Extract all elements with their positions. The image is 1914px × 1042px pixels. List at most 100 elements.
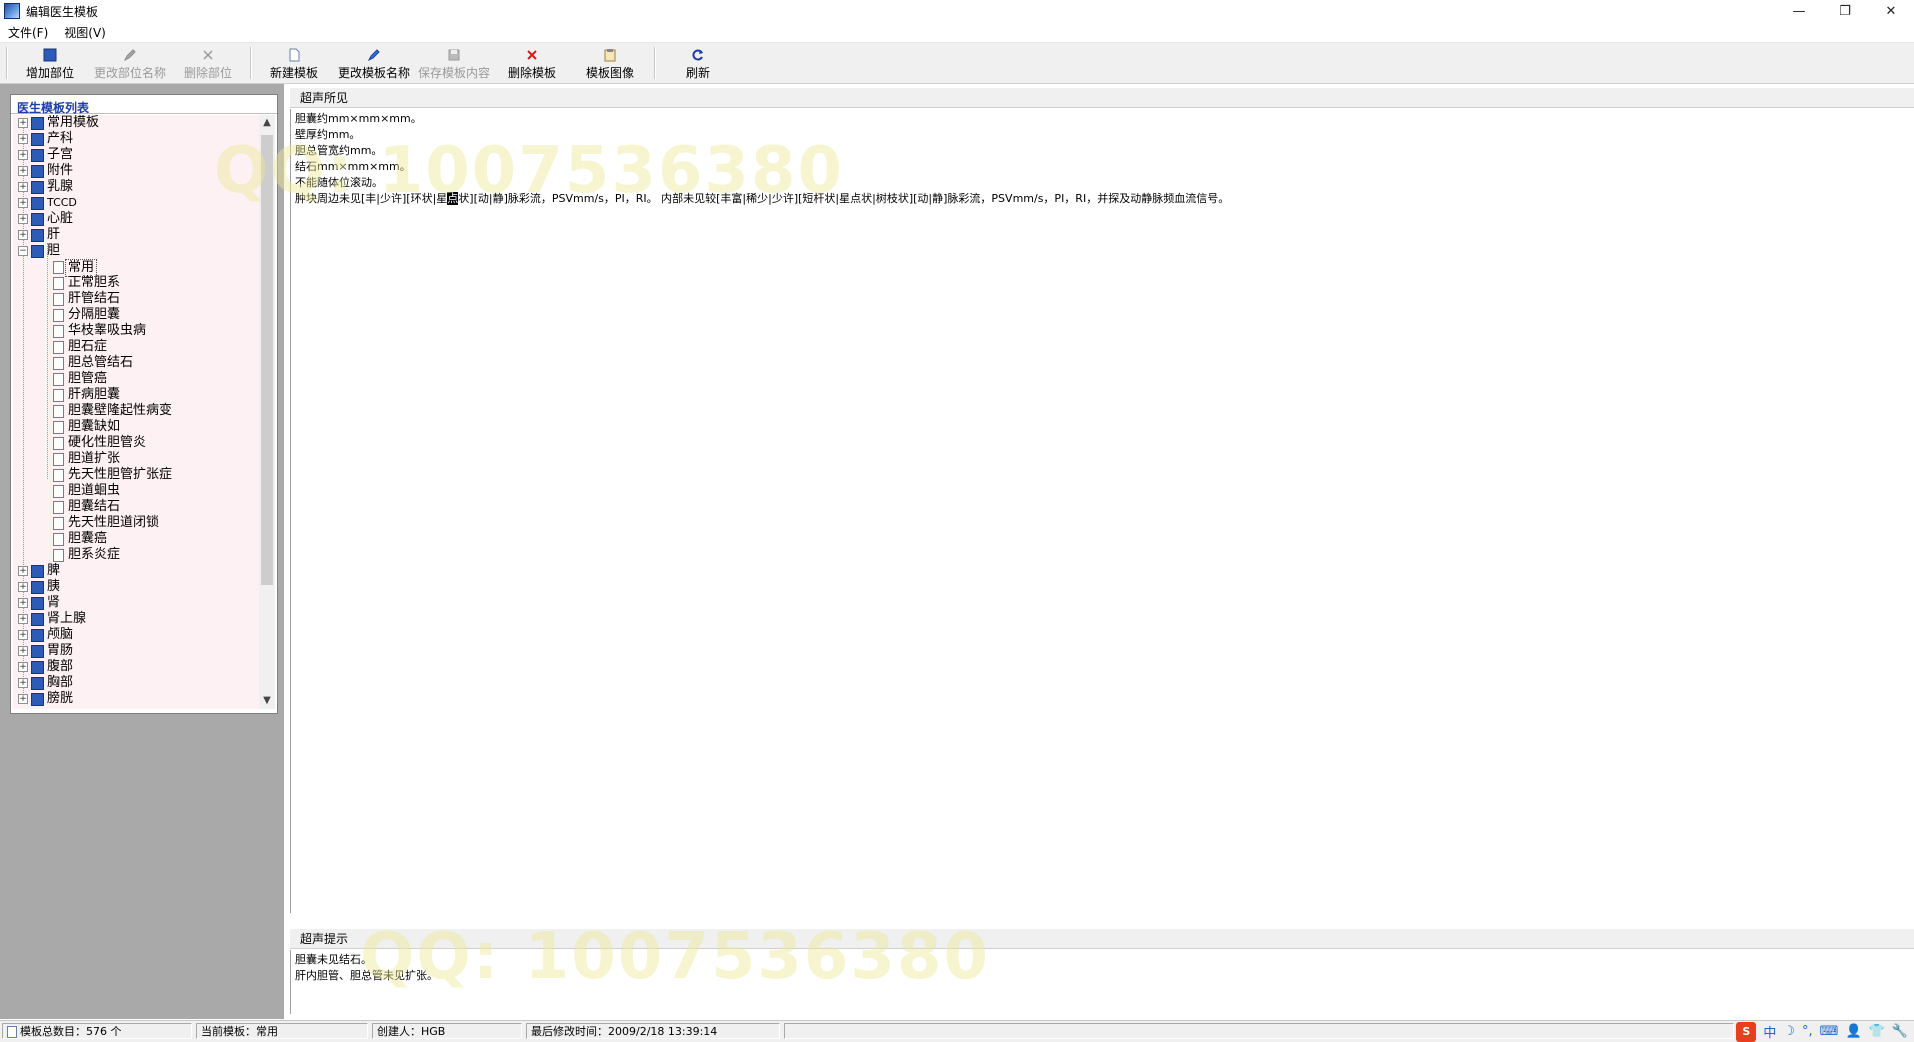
new-document-icon	[286, 47, 302, 62]
doc-icon	[7, 1026, 17, 1038]
minimize-button[interactable]: —	[1776, 0, 1822, 22]
tree-group[interactable]: + 颅脑	[13, 627, 259, 643]
new-template-button[interactable]: 新建模板	[268, 45, 320, 81]
tree-item[interactable]: 胆石症	[13, 339, 259, 355]
rename-template-button[interactable]: 更改模板名称	[336, 45, 412, 81]
ime-chinese[interactable]: 中	[1763, 1022, 1776, 1041]
keyboard-icon[interactable]: ⌨	[1820, 1024, 1839, 1039]
expand-icon[interactable]: +	[18, 134, 28, 144]
tree-item[interactable]: 胆系炎症	[13, 547, 259, 563]
tree-group[interactable]: + 胰	[13, 579, 259, 595]
menu-view[interactable]: 视图(V)	[56, 24, 114, 41]
tree-item[interactable]: 先天性胆道闭锁	[13, 515, 259, 531]
scrollbar-thumb[interactable]	[261, 135, 273, 585]
expand-icon[interactable]: +	[18, 118, 28, 128]
collapse-icon[interactable]: −	[18, 246, 28, 256]
tree-group[interactable]: + 膀胱	[13, 691, 259, 707]
tree-group[interactable]: + 脾	[13, 563, 259, 579]
expand-icon[interactable]: +	[18, 678, 28, 688]
tree-group[interactable]: + 乳腺	[13, 179, 259, 195]
text-cursor: 点	[447, 192, 459, 205]
punctuation-icon[interactable]: °,	[1802, 1024, 1813, 1039]
delete-part-button[interactable]: 删除部位	[182, 45, 234, 81]
tree-item[interactable]: 华枝睾吸虫病	[13, 323, 259, 339]
rename-part-button[interactable]: 更改部位名称	[92, 45, 168, 81]
book-icon	[31, 165, 44, 178]
user-icon[interactable]: 👤	[1845, 1024, 1861, 1039]
expand-icon[interactable]: +	[18, 630, 28, 640]
tree-group[interactable]: + 子宫	[13, 147, 259, 163]
tree-group[interactable]: + 肾上腺	[13, 611, 259, 627]
book-icon	[31, 565, 44, 578]
expand-icon[interactable]: +	[18, 214, 28, 224]
expand-icon[interactable]: +	[18, 566, 28, 576]
tree-item[interactable]: 硬化性胆管炎	[13, 435, 259, 451]
tree-group[interactable]: + 常用模板	[13, 115, 259, 131]
tree-group[interactable]: + 胸部	[13, 675, 259, 691]
tree-item[interactable]: 胆道扩张	[13, 451, 259, 467]
findings-editor[interactable]: 胆囊约mm×mm×mm。 壁厚约mm。 胆总管宽约mm。 结石mm×mm×mm。…	[290, 109, 1914, 913]
tree-item[interactable]: 正常胆系	[13, 275, 259, 291]
tree-item[interactable]: 胆囊癌	[13, 531, 259, 547]
tree-item[interactable]: 胆道蛔虫	[13, 483, 259, 499]
ime-toolbar[interactable]: S 中 ☽ °, ⌨ 👤 👕 🔧	[1736, 1021, 1914, 1042]
tree-item[interactable]: 胆囊结石	[13, 499, 259, 515]
tree-group[interactable]: + 肾	[13, 595, 259, 611]
tree-item-label: 分隔胆囊	[68, 307, 121, 322]
tree-group[interactable]: + 胃肠	[13, 643, 259, 659]
tree-item[interactable]: 先天性胆管扩张症	[13, 467, 259, 483]
tree-item[interactable]: 胆囊缺如	[13, 419, 259, 435]
delete-template-button[interactable]: 删除模板	[506, 45, 558, 81]
x-icon	[200, 47, 216, 62]
menu-file[interactable]: 文件(F)	[0, 24, 56, 41]
tree-group[interactable]: + 心脏	[13, 211, 259, 227]
scroll-down-icon[interactable]: ▼	[259, 693, 275, 709]
expand-icon[interactable]: +	[18, 182, 28, 192]
tree-group[interactable]: + 产科	[13, 131, 259, 147]
right-pane: 超声所见 胆囊约mm×mm×mm。 壁厚约mm。 胆总管宽约mm。 结石mm×m…	[214, 84, 1914, 1019]
book-icon	[31, 197, 44, 210]
hint-editor[interactable]: 胆囊未见结石。 肝内胆管、胆总管未见扩张。	[290, 950, 1914, 1014]
expand-icon[interactable]: +	[18, 598, 28, 608]
expand-icon[interactable]: +	[18, 662, 28, 672]
tree-item[interactable]: 胆囊壁隆起性病变	[13, 403, 259, 419]
tree-group[interactable]: + 肝	[13, 227, 259, 243]
tree-item[interactable]: 胆总管结石	[13, 355, 259, 371]
status-bar: 模板总数目：576 个 当前模板：常用 创建人：HGB 最后修改时间：2009/…	[0, 1020, 1914, 1042]
expand-icon[interactable]: +	[18, 694, 28, 704]
moon-icon[interactable]: ☽	[1783, 1024, 1795, 1039]
pencil-icon	[122, 47, 138, 62]
expand-icon[interactable]: +	[18, 582, 28, 592]
expand-icon[interactable]: +	[18, 166, 28, 176]
tree-item[interactable]: 肝病胆囊	[13, 387, 259, 403]
expand-icon[interactable]: +	[18, 614, 28, 624]
restore-button[interactable]: ❐	[1822, 0, 1868, 22]
expand-icon[interactable]: +	[18, 646, 28, 656]
add-part-button[interactable]: 增加部位	[24, 45, 76, 81]
book-icon	[31, 661, 44, 674]
tree-group[interactable]: + 腹部	[13, 659, 259, 675]
expand-icon[interactable]: +	[18, 150, 28, 160]
toolbar: 增加部位 更改部位名称 删除部位 新建模板 更改模板名称 保存模板内容 删除模板…	[0, 43, 1914, 84]
document-icon	[53, 421, 64, 434]
tree-scrollbar[interactable]: ▲ ▼	[259, 115, 275, 709]
skin-icon[interactable]: 👕	[1869, 1024, 1885, 1039]
tree-group[interactable]: + 附件	[13, 163, 259, 179]
save-template-button[interactable]: 保存模板内容	[416, 45, 492, 81]
sogou-logo-icon[interactable]: S	[1736, 1021, 1757, 1042]
wrench-icon[interactable]: 🔧	[1892, 1024, 1908, 1039]
expand-icon[interactable]: +	[18, 198, 28, 208]
tree-group[interactable]: + TCCD	[13, 195, 259, 211]
tree-item[interactable]: 肝管结石	[13, 291, 259, 307]
book-icon	[31, 581, 44, 594]
expand-icon[interactable]: +	[18, 230, 28, 240]
scroll-up-icon[interactable]: ▲	[259, 115, 275, 131]
tree-item[interactable]: 常用	[13, 259, 259, 277]
book-icon	[31, 693, 44, 706]
tree-item[interactable]: 胆管癌	[13, 371, 259, 387]
template-image-button[interactable]: 模板图像	[584, 45, 636, 81]
refresh-button[interactable]: 刷新	[672, 45, 724, 81]
close-button[interactable]: ✕	[1868, 0, 1914, 22]
tree-item[interactable]: 分隔胆囊	[13, 307, 259, 323]
tree-group[interactable]: − 胆	[13, 243, 259, 259]
